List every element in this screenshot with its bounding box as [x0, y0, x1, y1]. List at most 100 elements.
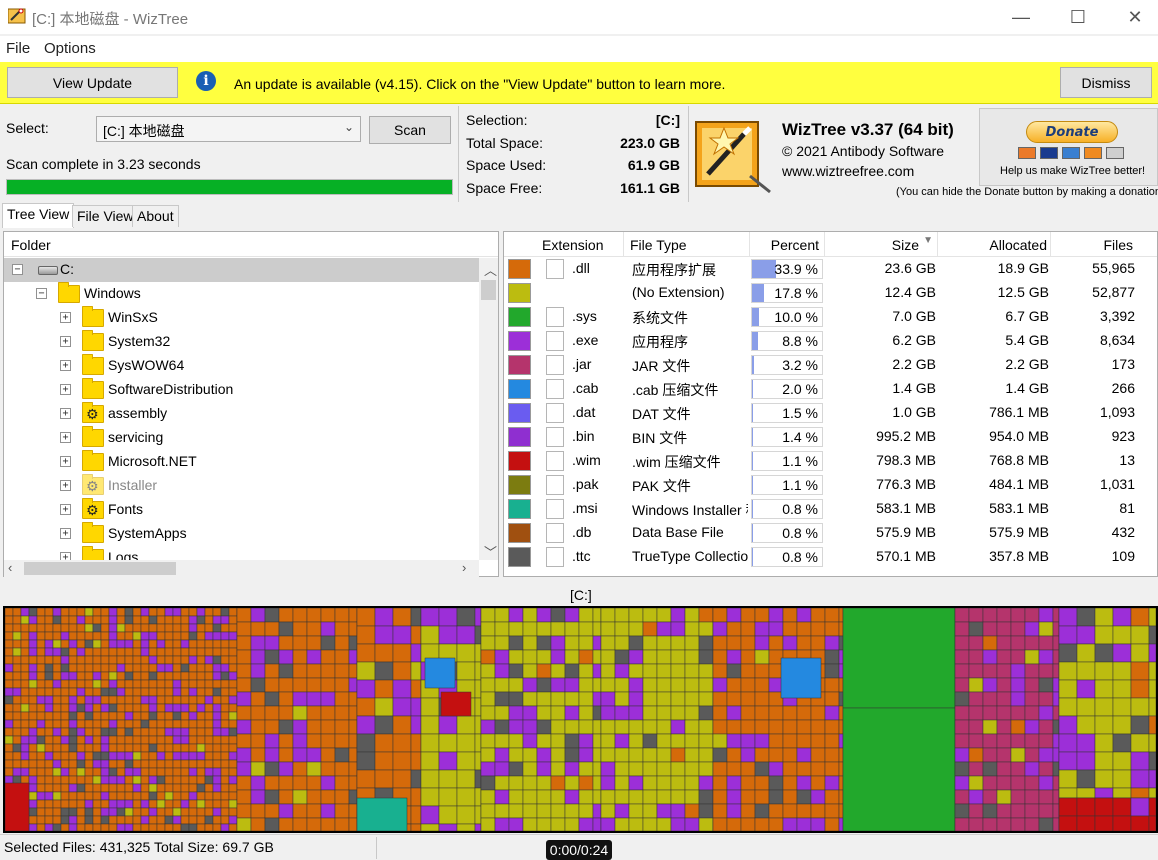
treemap-cell[interactable] — [28, 631, 38, 641]
treemap-cell[interactable] — [124, 687, 134, 697]
treemap-cell[interactable] — [292, 621, 308, 637]
treemap-cell[interactable] — [348, 705, 358, 721]
treemap-cell[interactable] — [474, 625, 482, 645]
treemap-cell[interactable] — [172, 615, 182, 625]
treemap-cell[interactable] — [156, 719, 166, 729]
treemap-cell[interactable] — [220, 719, 230, 729]
treemap-cell[interactable] — [292, 608, 308, 623]
treemap-cell[interactable] — [592, 691, 602, 707]
treemap-cell[interactable] — [228, 759, 238, 769]
treemap-cell[interactable] — [474, 751, 482, 771]
treemap-cell[interactable] — [116, 727, 126, 737]
treemap-cell[interactable] — [392, 751, 412, 771]
treemap-cell[interactable] — [36, 823, 46, 831]
treemap-cell[interactable] — [456, 715, 476, 735]
treemap-cell[interactable] — [220, 727, 230, 737]
treemap-cell[interactable] — [614, 677, 630, 693]
treemap-cell[interactable] — [92, 679, 102, 689]
treemap-cell[interactable] — [474, 787, 482, 807]
treemap-cell[interactable] — [494, 608, 510, 623]
treemap-cell[interactable] — [28, 767, 38, 777]
treemap-cell[interactable] — [522, 663, 538, 679]
treemap-cell[interactable] — [156, 759, 166, 769]
treemap-cell[interactable] — [5, 743, 14, 753]
treemap-cell[interactable] — [5, 671, 14, 681]
treemap-cell[interactable] — [60, 655, 70, 665]
treemap-cell[interactable] — [564, 775, 580, 791]
treemap-cell[interactable] — [954, 747, 970, 763]
treemap-cell[interactable] — [76, 631, 86, 641]
treemap-cell[interactable] — [180, 775, 190, 785]
treemap-cell[interactable] — [116, 623, 126, 633]
treemap-cell[interactable] — [52, 655, 62, 665]
treemap-cell[interactable] — [44, 735, 54, 745]
treemap-cell[interactable] — [982, 635, 998, 651]
treemap-cell[interactable] — [180, 655, 190, 665]
treemap-cell[interactable] — [1052, 733, 1060, 749]
treemap-cell[interactable] — [1148, 751, 1156, 771]
treemap-cell[interactable] — [264, 608, 280, 623]
treemap-cell[interactable] — [726, 775, 742, 791]
treemap-cell[interactable] — [236, 649, 252, 665]
treemap-cell[interactable] — [204, 687, 214, 697]
treemap-cell[interactable] — [52, 735, 62, 745]
treemap-cell[interactable] — [84, 695, 94, 705]
treemap-cell[interactable] — [5, 615, 14, 625]
treemap-cell[interactable] — [642, 733, 658, 749]
treemap-cell[interactable] — [164, 791, 174, 801]
treemap-cell[interactable] — [148, 615, 158, 625]
treemap-cell[interactable] — [156, 631, 166, 641]
treemap-cell[interactable] — [348, 803, 358, 819]
treemap-cell[interactable] — [600, 621, 616, 637]
treemap-cell[interactable] — [838, 789, 844, 805]
treemap-cell[interactable] — [108, 687, 118, 697]
treemap-cell[interactable] — [100, 727, 110, 737]
tree-row[interactable]: + ⚙ assembly — [4, 402, 479, 426]
treemap-cell[interactable] — [52, 711, 62, 721]
treemap-cell[interactable] — [1130, 608, 1150, 627]
treemap-cell[interactable] — [1038, 621, 1054, 637]
treemap-cell[interactable] — [156, 695, 166, 705]
treemap-cell[interactable] — [84, 615, 94, 625]
treemap-cell[interactable] — [782, 817, 798, 831]
treemap-cell[interactable] — [698, 747, 714, 763]
treemap-cell[interactable] — [578, 677, 594, 693]
treemap-cell[interactable] — [116, 663, 126, 673]
treemap-cell[interactable] — [1148, 661, 1156, 681]
treemap-cell[interactable] — [28, 807, 38, 817]
treemap-cell[interactable] — [684, 608, 700, 623]
treemap-cell[interactable] — [28, 608, 38, 617]
treemap-cell[interactable] — [1148, 608, 1156, 627]
treemap-cell[interactable] — [28, 815, 38, 825]
treemap-cell[interactable] — [996, 608, 1012, 623]
treemap-cell[interactable] — [204, 615, 214, 625]
treemap-cell[interactable] — [140, 791, 150, 801]
treemap-cell[interactable] — [334, 635, 350, 651]
treemap-cell[interactable] — [68, 719, 78, 729]
treemap-cell[interactable] — [656, 789, 672, 805]
treemap-cell[interactable] — [172, 647, 182, 657]
treemap-cell[interactable] — [564, 803, 580, 819]
treemap-cell[interactable] — [116, 719, 126, 729]
treemap-cell[interactable] — [188, 687, 198, 697]
treemap-cell[interactable] — [196, 807, 206, 817]
treemap-cell[interactable] — [12, 767, 22, 777]
treemap-cell[interactable] — [140, 671, 150, 681]
treemap-cell[interactable] — [228, 615, 238, 625]
treemap-cell[interactable] — [108, 655, 118, 665]
treemap-cell[interactable] — [392, 625, 412, 645]
treemap-cell[interactable] — [124, 743, 134, 753]
treemap-cell[interactable] — [438, 625, 458, 645]
treemap-cell[interactable] — [204, 655, 214, 665]
treemap-cell[interactable] — [306, 761, 322, 777]
treemap-cell[interactable] — [220, 679, 230, 689]
treemap-cell[interactable] — [420, 751, 440, 771]
treemap-cell[interactable] — [670, 663, 686, 679]
treemap-cell[interactable] — [100, 759, 110, 769]
treemap-cell[interactable] — [1024, 761, 1040, 777]
treemap-cell[interactable] — [124, 791, 134, 801]
treemap-cell[interactable] — [60, 663, 70, 673]
treemap-cell[interactable] — [712, 608, 728, 623]
treemap-cell[interactable] — [236, 747, 252, 763]
treemap-cell[interactable] — [1010, 775, 1026, 791]
